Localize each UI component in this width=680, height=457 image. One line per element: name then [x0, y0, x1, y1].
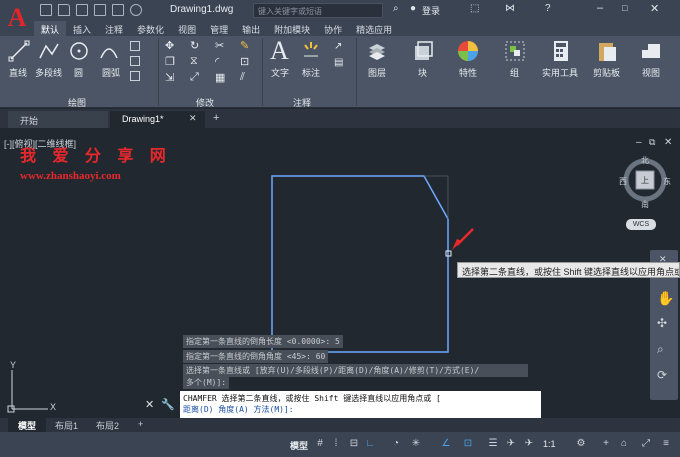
- workspace-gear-icon[interactable]: ⚙: [575, 438, 587, 450]
- isolate-icon[interactable]: ⌂: [618, 438, 630, 450]
- command-customize-icon[interactable]: 🔧: [161, 399, 175, 411]
- ucs-y-label: Y: [10, 360, 16, 370]
- command-prompt-text: CHAMFER 选择第二条直线，或按住 Shift 键选择直线以应用角点或 [: [183, 394, 441, 403]
- status-bar: 模型 # ⁞ ⊟ ∟ ◔ ✳ ∠ ⊡ ☰ ✈ ✈ 1:1 ⚙ + ⌂ ⤢ ≡: [0, 432, 680, 457]
- tab-layout1[interactable]: 布局1: [45, 418, 88, 432]
- add-layout-icon[interactable]: +: [128, 418, 153, 432]
- command-history-line: 多个(M)]:: [183, 376, 230, 389]
- tab-model[interactable]: 模型: [8, 418, 47, 432]
- viewcube-north[interactable]: 北: [641, 155, 649, 166]
- viewcube-west[interactable]: 西: [619, 176, 627, 187]
- steering-wheel-icon[interactable]: ✣: [657, 316, 667, 330]
- isodraft-icon[interactable]: ✳: [410, 438, 422, 450]
- command-history-line: 选择第一条直线或 [放弃(U)/多段线(P)/距离(D)/角度(A)/修剪(T)…: [183, 364, 528, 377]
- command-line-controls: ✕ 🔧: [145, 398, 175, 411]
- ortho-icon[interactable]: ∟: [364, 438, 376, 450]
- viewcube-top-face[interactable]: 上: [641, 175, 649, 186]
- lineweight-icon[interactable]: ☰: [487, 438, 499, 450]
- fullscreen-icon[interactable]: ⤢: [640, 438, 652, 450]
- command-history-line: 指定第一条直线的倒角角度 <45>: 60: [183, 350, 329, 363]
- pan-hand-icon[interactable]: ✋: [657, 290, 674, 307]
- chamfer-polyline[interactable]: [271, 175, 449, 353]
- tab-layout2[interactable]: 布局2: [86, 418, 129, 432]
- annotation-visibility-icon[interactable]: ✈: [505, 438, 517, 450]
- viewport-restore-icon[interactable]: ⧉: [649, 137, 655, 148]
- viewport-minimize-icon[interactable]: –: [636, 137, 642, 148]
- viewcube-east[interactable]: 东: [663, 176, 671, 187]
- watermark-title: 我 爱 分 享 网: [20, 148, 172, 165]
- object-snap-icon[interactable]: ⊡: [462, 438, 474, 450]
- command-close-icon[interactable]: ✕: [145, 399, 154, 411]
- zoom-icon[interactable]: ⌕: [657, 342, 664, 357]
- infer-icon[interactable]: ⊟: [348, 438, 360, 450]
- command-tooltip: 选择第二条直线，或按住 Shift 键选择直线以应用角点或: [457, 262, 680, 278]
- red-arrow-head: [452, 239, 462, 250]
- customize-menu-icon[interactable]: ≡: [660, 438, 672, 450]
- command-line-input[interactable]: CHAMFER 选择第二条直线，或按住 Shift 键选择直线以应用角点或 [ …: [180, 391, 541, 418]
- polar-icon[interactable]: ◔: [390, 438, 402, 450]
- auto-scale-icon[interactable]: ✈: [523, 438, 535, 450]
- snap-icon[interactable]: ⁞: [330, 438, 342, 450]
- orbit-icon[interactable]: ⟳: [657, 368, 667, 382]
- annotation-scale[interactable]: 1:1: [543, 439, 556, 449]
- watermark-url: www.zhanshaoyi.com: [20, 170, 121, 182]
- viewport-close-icon[interactable]: ✕: [664, 137, 672, 148]
- drawing-canvas[interactable]: Y X: [0, 0, 680, 457]
- object-snap-tracking-icon[interactable]: ∠: [440, 438, 452, 450]
- model-space-toggle[interactable]: 模型: [290, 439, 308, 452]
- layout-tab-bar: 模型 布局1 布局2 +: [0, 418, 680, 432]
- command-history-line: 指定第一条直线的倒角长度 <0.0000>: 5: [183, 335, 343, 348]
- grid-icon[interactable]: #: [314, 438, 326, 450]
- viewcube-south[interactable]: 南: [641, 199, 649, 210]
- wcs-menu[interactable]: WCS: [626, 219, 656, 230]
- command-options-text[interactable]: 距离(D) 角度(A) 方法(M)]:: [183, 405, 294, 414]
- ucs-x-label: X: [50, 402, 56, 412]
- plus-icon[interactable]: +: [600, 438, 612, 450]
